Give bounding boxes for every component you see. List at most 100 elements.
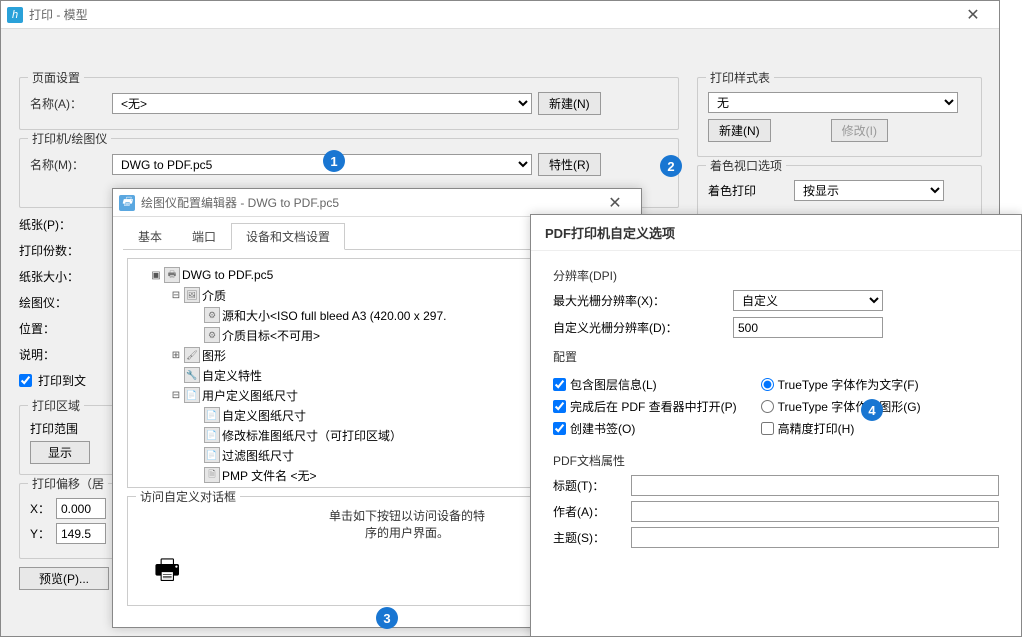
offset-group: 打印偏移（居 X： Y： (19, 483, 119, 559)
cfg-close-icon[interactable]: ✕ (595, 189, 635, 216)
print-titlebar: h 打印 - 模型 ✕ (1, 1, 999, 29)
opt-tt-shape[interactable]: TrueType 字体作为图形(G) (761, 398, 921, 415)
pdf-body: 分辨率(DPI) 最大光栅分辨率(X)： 自定义 自定义光栅分辨率(D)： 配置… (531, 251, 1021, 559)
pdf-options-dialog: PDF打印机自定义选项 分辨率(DPI) 最大光栅分辨率(X)： 自定义 自定义… (530, 214, 1022, 637)
tab-basic[interactable]: 基本 (123, 223, 177, 250)
dpi-legend: 分辨率(DPI) (553, 267, 999, 284)
media-icon: 🖼 (184, 287, 200, 303)
range-label: 打印范围 (30, 420, 78, 437)
docprops-legend: PDF文档属性 (553, 452, 999, 469)
config-left-col: 包含图层信息(L) 完成后在 PDF 查看器中打开(P) 创建书签(O) (553, 371, 737, 442)
page-icon: 📄 (184, 387, 200, 403)
page-setup-group: 页面设置 名称(A)： <无> 新建(N) (19, 77, 679, 130)
print-area-group: 打印区域 打印范围 显示 (19, 405, 119, 475)
print-content: 页面设置 名称(A)： <无> 新建(N) 打印机/绘图仪 名称(M)： DWG… (1, 29, 999, 49)
tab-port[interactable]: 端口 (177, 223, 231, 250)
opt-bookmarks-checkbox[interactable] (553, 422, 566, 435)
opt-hi-prec[interactable]: 高精度打印(H) (761, 420, 921, 437)
prop-author-input[interactable] (631, 501, 999, 522)
opt-tt-text-radio[interactable] (761, 378, 774, 391)
printer-name-label: 名称(M)： (30, 156, 106, 173)
tab-device[interactable]: 设备和文档设置 (231, 223, 345, 250)
papersize-label: 纸张大小： (19, 268, 79, 285)
access-legend: 访问自定义对话框 (136, 488, 240, 505)
pdf-title: PDF打印机自定义选项 (531, 215, 1021, 251)
offset-y-label: Y： (30, 525, 50, 542)
custom-raster-input[interactable] (733, 317, 883, 338)
page-icon: 📄 (204, 447, 220, 463)
right-column: 打印样式表 无 新建(N) 修改(I) 着色视口选项 着色打印 按显示 (697, 69, 982, 224)
prop-subject-label: 主题(S)： (553, 529, 623, 546)
opt-layers[interactable]: 包含图层信息(L) (553, 376, 737, 393)
app-icon: h (7, 7, 23, 23)
opt-open-after-checkbox[interactable] (553, 400, 566, 413)
custom-raster-label: 自定义光栅分辨率(D)： (553, 319, 723, 336)
preview-button[interactable]: 预览(P)... (19, 567, 109, 590)
max-raster-label: 最大光栅分辨率(X)： (553, 292, 723, 309)
doc-icon: 🗎 (204, 467, 220, 483)
prop-subject-input[interactable] (631, 527, 999, 548)
page-icon: 📄 (204, 427, 220, 443)
config-right-col: TrueType 字体作为文字(F) TrueType 字体作为图形(G) 高精… (761, 371, 921, 442)
shade-group: 着色视口选项 着色打印 按显示 (697, 165, 982, 216)
printer-name-select[interactable]: DWG to PDF.pc5 (112, 154, 532, 175)
area-legend: 打印区域 (28, 397, 84, 414)
printer-props-button[interactable]: 特性(R) (538, 153, 601, 176)
opt-bookmarks[interactable]: 创建书签(O) (553, 420, 737, 437)
callout-badge-4: 4 (861, 399, 883, 421)
close-icon[interactable]: ✕ (953, 1, 993, 28)
callout-badge-1: 1 (323, 150, 345, 172)
gear-icon: ⚙ (204, 327, 220, 343)
print-to-file-label: 打印到文 (38, 372, 86, 389)
styles-legend: 打印样式表 (706, 69, 774, 86)
shade-select[interactable]: 按显示 (794, 180, 944, 201)
bottom-left: 打印区域 打印范围 显示 打印偏移（居 X： Y： 预览(P)... (19, 397, 119, 590)
opt-tt-text[interactable]: TrueType 字体作为文字(F) (761, 376, 921, 393)
desc-label: 说明： (19, 346, 55, 363)
printer-legend: 打印机/绘图仪 (28, 130, 111, 147)
page-name-select[interactable]: <无> (112, 93, 532, 114)
plotter-label: 绘图仪： (19, 294, 67, 311)
print-to-file-checkbox[interactable] (19, 374, 32, 387)
styles-group: 打印样式表 无 新建(N) 修改(I) (697, 77, 982, 157)
cfg-titlebar: 🖶 绘图仪配置编辑器 - DWG to PDF.pc5 ✕ (113, 189, 641, 217)
shade-legend: 着色视口选项 (706, 157, 786, 174)
page-name-label: 名称(A)： (30, 95, 106, 112)
gear-icon: ⚙ (204, 307, 220, 323)
callout-badge-2: 2 (660, 155, 682, 177)
prop-title-input[interactable] (631, 475, 999, 496)
styles-new-button[interactable]: 新建(N) (708, 119, 771, 142)
docprops-group: PDF文档属性 标题(T)： 作者(A)： 主题(S)： (553, 452, 999, 548)
print-title: 打印 - 模型 (29, 6, 953, 23)
opt-hi-prec-checkbox[interactable] (761, 422, 774, 435)
callout-badge-3: 3 (376, 607, 398, 629)
prop-title-label: 标题(T)： (553, 477, 623, 494)
pos-label: 位置： (19, 320, 55, 337)
offset-x-label: X： (30, 500, 50, 517)
prop-author-label: 作者(A)： (553, 503, 623, 520)
opt-open-after[interactable]: 完成后在 PDF 查看器中打开(P) (553, 398, 737, 415)
opt-layers-checkbox[interactable] (553, 378, 566, 391)
offset-legend: 打印偏移（居 (28, 475, 108, 492)
copies-label: 打印份数： (19, 242, 79, 259)
wrench-icon: 🔧 (184, 367, 200, 383)
show-button[interactable]: 显示 (30, 441, 90, 464)
config-group: 配置 包含图层信息(L) 完成后在 PDF 查看器中打开(P) 创建书签(O) … (553, 348, 999, 442)
offset-y-input[interactable] (56, 523, 106, 544)
dpi-group: 分辨率(DPI) 最大光栅分辨率(X)： 自定义 自定义光栅分辨率(D)： (553, 267, 999, 338)
page-new-button[interactable]: 新建(N) (538, 92, 601, 115)
max-raster-select[interactable]: 自定义 (733, 290, 883, 311)
page-icon: 📄 (204, 407, 220, 423)
config-legend: 配置 (553, 348, 999, 365)
plotter-icon: 🖶 (164, 267, 180, 283)
styles-edit-button[interactable]: 修改(I) (831, 119, 888, 142)
offset-x-input[interactable] (56, 498, 106, 519)
graphics-icon: 🖌 (184, 347, 200, 363)
printer-icon: 🖶 (119, 195, 135, 211)
page-setup-legend: 页面设置 (28, 69, 84, 86)
shade-label: 着色打印 (708, 182, 788, 199)
paper-label: 纸张(P)： (19, 216, 71, 233)
styles-select[interactable]: 无 (708, 92, 958, 113)
opt-tt-shape-radio[interactable] (761, 400, 774, 413)
cfg-title: 绘图仪配置编辑器 - DWG to PDF.pc5 (141, 194, 595, 211)
